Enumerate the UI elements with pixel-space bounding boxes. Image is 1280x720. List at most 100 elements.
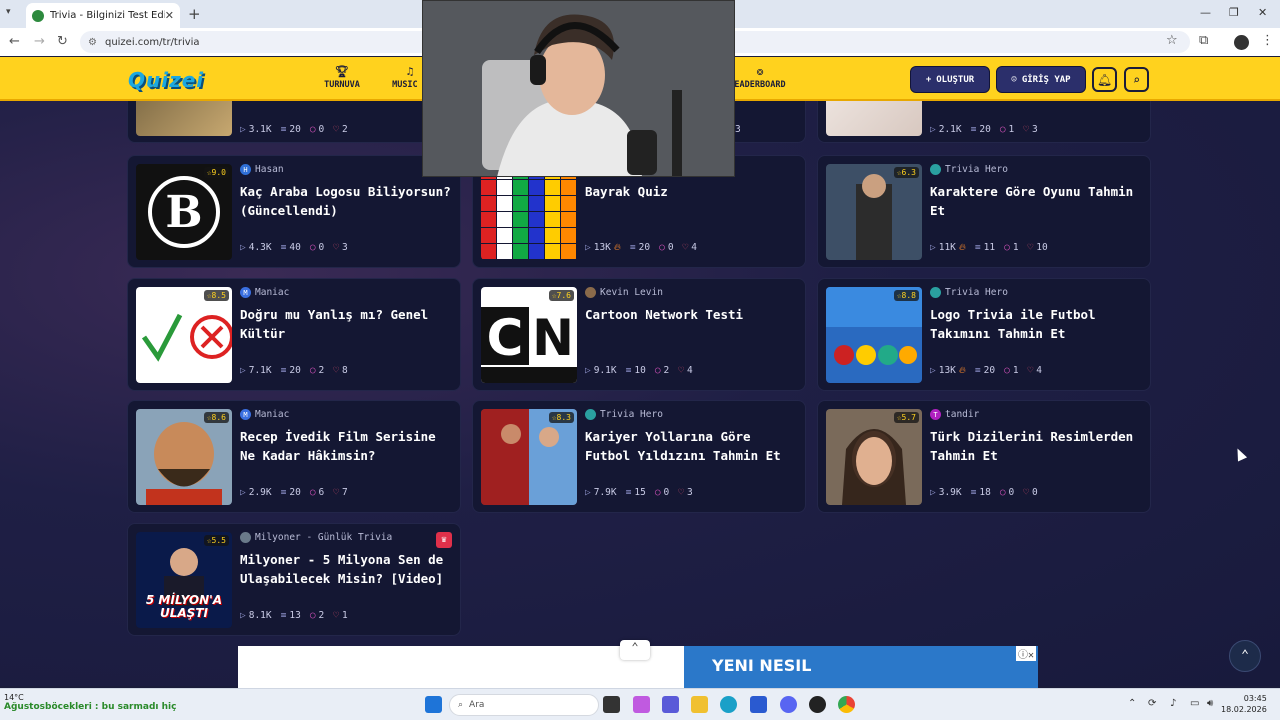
- quiz-author[interactable]: H Hasan: [240, 164, 284, 175]
- quiz-author[interactable]: Kevin Levin: [585, 287, 663, 298]
- quiz-card[interactable]: ▷ 3.1K ≡ 20 ○ 0 ♡ 2: [127, 101, 461, 143]
- quiz-card[interactable]: B ☆9.0 H Hasan Kaç Araba Logosu Biliyorsun? …: [127, 155, 461, 268]
- browser-menu-icon[interactable]: ⋮: [1261, 33, 1274, 48]
- back-icon[interactable]: ←: [9, 34, 20, 49]
- profile-avatar[interactable]: [1234, 35, 1249, 50]
- mic-icon[interactable]: ♪: [1170, 698, 1176, 709]
- author-name: tandir: [945, 409, 980, 420]
- ad-close-icon[interactable]: ⓘ✕: [1015, 646, 1036, 661]
- network-icon[interactable]: ▭: [1190, 698, 1199, 709]
- like-count: 0: [1032, 487, 1038, 498]
- questions-icon: ≡: [625, 365, 632, 376]
- file-explorer-icon[interactable]: [691, 696, 708, 713]
- quiz-stats: ▷ 4.3K ≡ 40 ○ 0 ♡ 3: [240, 242, 348, 253]
- quiz-card[interactable]: ☆8.5 M Maniac Doğru mu Yanlış mı? Genel Kül…: [127, 278, 461, 391]
- quiz-title[interactable]: Logo Trivia ile Futbol Takımını Tahmin E…: [930, 305, 1145, 343]
- nav-leaderboard[interactable]: ❂ EADERBOARD: [728, 65, 792, 90]
- collapse-ad-icon[interactable]: ⌃: [620, 640, 650, 660]
- author-initial: M: [243, 410, 248, 419]
- quiz-author[interactable]: Trivia Hero: [585, 409, 663, 420]
- edge-icon[interactable]: [720, 696, 737, 713]
- minimize-icon[interactable]: —: [1200, 6, 1211, 19]
- question-count: 10: [634, 365, 646, 376]
- comment-icon: ○: [309, 124, 316, 135]
- quiz-author[interactable]: M Maniac: [240, 287, 289, 298]
- quiz-author[interactable]: Ttandir: [930, 409, 979, 420]
- quiz-author[interactable]: Trivia Hero: [930, 164, 1008, 175]
- author-name: Trivia Hero: [945, 164, 1008, 175]
- rating-badge: ☆8.3: [548, 412, 574, 423]
- store-icon[interactable]: [750, 696, 767, 713]
- discord-icon[interactable]: [780, 696, 797, 713]
- quiz-title[interactable]: Milyoner - 5 Milyona Sen de Ulaşabilecek…: [240, 550, 455, 588]
- create-button[interactable]: + OLUŞTUR: [910, 66, 990, 93]
- ad-banner[interactable]: ⌃ YENI NESIL ⓘ✕: [238, 640, 1038, 688]
- close-window-icon[interactable]: ✕: [1258, 6, 1267, 19]
- volume-icon[interactable]: 🔊︎: [1207, 698, 1213, 709]
- task-view-icon[interactable]: [603, 696, 620, 713]
- teams-icon[interactable]: [662, 696, 679, 713]
- quiz-card[interactable]: 5 MİLYON'A ULAŞTI ☆5.5 Milyoner - Günlük T…: [127, 523, 461, 636]
- quiz-card[interactable]: ☆5.7 Ttandir Türk Dizilerini Resimlerden T…: [817, 400, 1151, 513]
- author-initial: M: [243, 288, 248, 297]
- quiz-thumbnail: [826, 101, 922, 136]
- browser-tab[interactable]: Trivia - Bilginizi Test Edin - Quiz ✕: [26, 3, 180, 28]
- search-icon[interactable]: ⌕: [1124, 67, 1149, 92]
- quiz-title[interactable]: Recep İvedik Film Serisine Ne Kadar Hâki…: [240, 427, 455, 465]
- quiz-title[interactable]: Doğru mu Yanlış mı? Genel Kültür: [240, 305, 455, 343]
- comment-icon: ○: [1004, 242, 1010, 253]
- obs-icon[interactable]: [809, 696, 826, 713]
- comment-count: 2: [318, 610, 325, 621]
- scroll-to-top-button[interactable]: ⌃: [1229, 640, 1261, 672]
- nav-turnuva[interactable]: 🏆︎ TURNUVA: [312, 65, 372, 90]
- quiz-stats: ▷ 11K 🔥︎ ≡ 11 ○ 1 ♡ 10: [930, 242, 1048, 253]
- quiz-card[interactable]: ☆8.3 Trivia Hero Kariyer Yollarına Göre Fu…: [472, 400, 806, 513]
- play-icon: ▷: [240, 124, 246, 135]
- site-logo[interactable]: Quizei: [128, 68, 204, 92]
- quiz-author[interactable]: Milyoner - Günlük Trivia: [240, 532, 392, 543]
- reload-icon[interactable]: ↻: [57, 34, 68, 49]
- tab-search-icon[interactable]: ▾: [6, 7, 11, 17]
- forward-icon[interactable]: →: [34, 34, 45, 49]
- extensions-icon[interactable]: ⧉: [1199, 33, 1208, 48]
- quiz-title[interactable]: Kariyer Yollarına Göre Futbol Yıldızını …: [585, 427, 800, 465]
- author-name: Trivia Hero: [600, 409, 663, 420]
- copilot-icon[interactable]: [633, 696, 650, 713]
- heart-icon: ♡: [333, 365, 340, 376]
- question-count: 20: [979, 124, 991, 135]
- quiz-title[interactable]: Türk Dizilerini Resimlerden Tahmin Et: [930, 427, 1145, 465]
- quiz-author[interactable]: Trivia Hero: [930, 287, 1008, 298]
- close-tab-icon[interactable]: ✕: [165, 9, 174, 22]
- quiz-title[interactable]: Karaktere Göre Oyunu Tahmin Et: [930, 182, 1145, 220]
- notification-bell-icon[interactable]: 🔔︎: [1092, 67, 1117, 92]
- clock-time: 03:45: [1243, 694, 1267, 703]
- rating-badge: ☆6.3: [893, 167, 919, 178]
- windows-start-icon[interactable]: [425, 696, 442, 713]
- quiz-title[interactable]: Cartoon Network Testi: [585, 305, 800, 324]
- weather-widget[interactable]: 14°C Ağustosböcekleri : bu sarmadı hiç: [4, 693, 176, 712]
- quiz-card[interactable]: ☆8.6 M Maniac Recep İvedik Film Serisine Ne…: [127, 400, 461, 513]
- quiz-card[interactable]: ☆6.3 Trivia Hero Karaktere Göre Oyunu Tahm…: [817, 155, 1151, 268]
- play-icon: ▷: [240, 487, 246, 498]
- quiz-title[interactable]: Bayrak Quiz: [585, 182, 800, 201]
- system-clock[interactable]: 03:45 18.02.2026: [1221, 693, 1267, 715]
- tray-chevron-icon[interactable]: ⌃: [1128, 698, 1136, 709]
- plus-icon: +: [925, 74, 932, 85]
- quiz-stats: ▷ 3.1K ≡ 20 ○ 0 ♡ 2: [240, 124, 348, 135]
- rating-value: 7.6: [556, 291, 571, 300]
- quiz-card[interactable]: C N ☆7.6 Kevin Levin Cartoon Network Testi ▷ 9…: [472, 278, 806, 391]
- quiz-author[interactable]: M Maniac: [240, 409, 289, 420]
- quiz-card[interactable]: ☆8.8 Trivia Hero Logo Trivia ile Futbol Ta…: [817, 278, 1151, 391]
- new-tab-icon[interactable]: +: [188, 5, 201, 23]
- author-name: Trivia Hero: [945, 287, 1008, 298]
- comment-icon: ○: [659, 242, 665, 253]
- site-info-icon[interactable]: ⚙: [88, 37, 97, 48]
- taskbar-search[interactable]: ⌕ Ara: [449, 694, 599, 716]
- quiz-card[interactable]: ▷ 2.1K ≡ 20 ○ 1 ♡ 3: [817, 101, 1151, 143]
- bookmark-star-icon[interactable]: ☆: [1166, 33, 1178, 48]
- quiz-title[interactable]: Kaç Araba Logosu Biliyorsun? (Güncellend…: [240, 182, 455, 220]
- sync-icon[interactable]: ⟳: [1148, 698, 1156, 709]
- restore-icon[interactable]: ❐: [1229, 6, 1239, 19]
- login-button[interactable]: ☺ GİRİŞ YAP: [996, 66, 1086, 93]
- chrome-icon[interactable]: [838, 696, 855, 713]
